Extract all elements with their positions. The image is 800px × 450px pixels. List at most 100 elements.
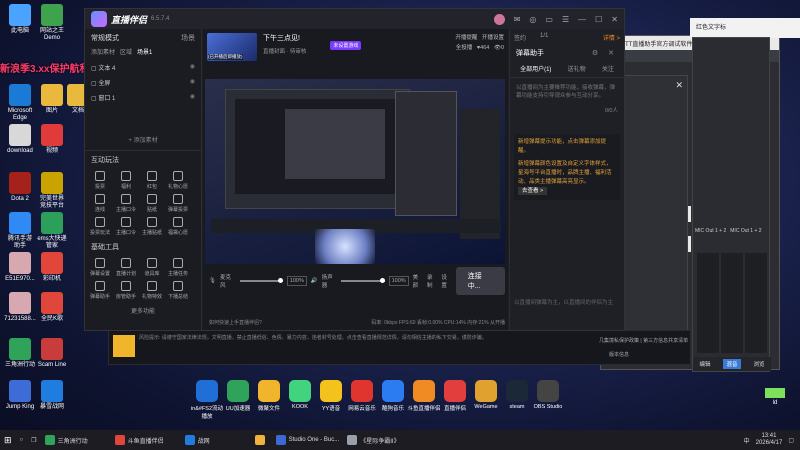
desktop-icon[interactable]: 暴雪战网 — [34, 380, 70, 411]
dock-app[interactable]: KOOK — [283, 380, 317, 410]
desktop-icon[interactable]: Dota 2 — [2, 172, 38, 203]
desktop-icon[interactable]: 彩印机 — [34, 252, 70, 283]
menu-icon[interactable]: ☰ — [562, 15, 569, 24]
headset-icon[interactable]: ◎ — [529, 15, 536, 24]
reminder-button[interactable]: 开播提醒 — [455, 35, 477, 41]
room-settings-button[interactable]: 开播设置 — [482, 35, 504, 41]
clock-date[interactable]: 2026/4/17 — [756, 440, 783, 447]
dock-app[interactable]: 斗鱼直播伴侣 — [407, 380, 441, 412]
dock-app[interactable]: OBS Studio — [531, 380, 565, 410]
tool-item[interactable]: 房管助手 — [113, 281, 139, 300]
desktop-icon[interactable]: Scam Line — [34, 338, 70, 369]
minimize-icon[interactable]: — — [578, 15, 586, 24]
tool-item[interactable]: 主播口令 — [113, 217, 139, 236]
mode-selector[interactable]: 常规模式 — [91, 33, 119, 43]
tool-item[interactable]: 主播贴纸 — [139, 217, 165, 236]
taskbar-app[interactable]: 战网 — [181, 430, 251, 450]
daw-edit-button[interactable]: 编辑 — [699, 360, 710, 368]
desktop-icon[interactable]: 三角洲行动 — [2, 338, 38, 369]
go-live-button[interactable]: 连接中... — [455, 267, 505, 295]
mic-volume-value[interactable]: 100% — [286, 276, 307, 286]
tool-item[interactable]: 直播计划 — [113, 258, 139, 277]
tool-item[interactable]: 红包 — [139, 171, 165, 190]
panel-settings-icon[interactable]: ⚙ ✕ — [592, 49, 618, 57]
desktop-icon[interactable]: 腾讯手游 助手 — [2, 212, 38, 250]
scene-1-tab[interactable]: 场景1 — [137, 47, 152, 56]
tool-item[interactable]: 道具库 — [139, 258, 165, 277]
stream-title[interactable]: 下午三点见! — [263, 33, 306, 43]
search-icon[interactable]: ○ — [16, 430, 28, 450]
add-material-tab[interactable]: 添加素材 — [91, 47, 115, 56]
speaker-volume-slider[interactable] — [341, 278, 385, 283]
desktop-icon[interactable]: ems大快递 管家 — [34, 212, 70, 250]
live-companion-window[interactable]: 直播伴侣 6.5.7.4 ✉ ◎ ▭ ☰ — ☐ ✕ 常规模式 场景 添加素材 … — [84, 8, 625, 331]
tool-item[interactable]: 福利 — [113, 171, 139, 190]
layer-item[interactable]: ▢ 全屏 ◉ — [91, 75, 195, 90]
close-icon[interactable]: ✕ — [611, 15, 618, 24]
message-icon[interactable]: ✉ — [514, 15, 521, 24]
add-material-button[interactable]: + 添加素材 — [85, 135, 201, 144]
titlebar[interactable]: 直播伴侣 6.5.7.4 ✉ ◎ ▭ ☰ — ☐ ✕ — [85, 9, 624, 29]
fader-3[interactable] — [745, 253, 767, 353]
scene-tab[interactable]: 场景 — [181, 33, 195, 43]
close-icon[interactable]: ✕ — [675, 80, 683, 91]
speaker-volume-value[interactable]: 100% — [388, 276, 409, 286]
dock-app[interactable]: UU加速器 — [221, 380, 255, 412]
danmaku-tab[interactable]: 送礼物 — [568, 64, 586, 73]
tool-item[interactable]: 礼物特效 — [139, 281, 165, 300]
tool-item[interactable]: 弹幕设置 — [87, 258, 113, 277]
dock-app[interactable]: 直播伴侣 — [438, 380, 472, 412]
desktop-icon[interactable]: 完美世界 竞技平台 — [34, 172, 70, 210]
start-icon[interactable]: ⊞ — [0, 430, 16, 450]
desktop-icon[interactable]: Jump King — [2, 380, 38, 411]
taskbar-app[interactable]: 《星际争霸II》 — [343, 430, 413, 450]
daw-mix-button[interactable]: 混音 — [723, 359, 741, 369]
microphone-icon[interactable]: 🎙 — [209, 278, 216, 284]
stream-tag-badge[interactable]: 未设置游戏 — [330, 41, 362, 50]
dock-app[interactable]: WeGame — [469, 380, 503, 410]
fader-1[interactable] — [697, 253, 719, 353]
desktop-icon[interactable]: Microsoft Edge — [2, 84, 38, 122]
tool-item[interactable]: 弹幕投票 — [165, 194, 191, 213]
notice-card-link[interactable]: 去查看 > — [518, 187, 548, 195]
layer-item[interactable]: ▢ 文本 4 ◉ — [91, 60, 195, 75]
record-button[interactable]: 录制 — [427, 273, 437, 289]
tool-item[interactable]: 主播任务 — [165, 258, 191, 277]
desktop-icon[interactable]: 网站之王 Demo — [34, 4, 70, 42]
tool-item[interactable]: 贴纸 — [139, 194, 165, 213]
stream-cover-thumbnail[interactable]: (已开播后即播放) — [207, 33, 257, 61]
dock-app[interactable]: 网易云音乐 — [345, 380, 379, 412]
tool-item[interactable]: 福袋心愿 — [165, 217, 191, 236]
eye-icon[interactable]: ◉ — [190, 78, 195, 87]
tool-item[interactable]: 下播总结 — [165, 281, 191, 300]
danmaku-tab[interactable]: 关注 — [602, 64, 614, 73]
detail-link[interactable]: 详情 > — [603, 33, 620, 42]
desktop-icon[interactable]: E51E970... — [2, 252, 38, 283]
fader-2[interactable] — [721, 253, 743, 353]
sign-tab[interactable]: 签约 — [514, 33, 526, 42]
tool-item[interactable]: 投票玩法 — [87, 217, 113, 236]
dock-app[interactable]: YY语音 — [314, 380, 348, 412]
danmaku-tab[interactable]: 全部用户(1) — [520, 64, 551, 73]
avatar[interactable] — [493, 13, 505, 25]
mic-volume-slider[interactable] — [239, 278, 283, 283]
desktop-icon[interactable]: 此电脑 — [2, 4, 38, 35]
dock-app[interactable]: 酷狗音乐 — [376, 380, 410, 412]
notification-icon[interactable]: ▢ — [788, 437, 794, 444]
task-view-icon[interactable]: ❐ — [27, 430, 40, 450]
desktop-icon[interactable]: 视频 — [34, 124, 70, 155]
speaker-icon[interactable]: 🔊 — [311, 278, 318, 284]
taskbar-app[interactable]: 斗鱼直播伴侣 — [111, 430, 181, 450]
tool-item[interactable]: 主播口令 — [113, 194, 139, 213]
taskbar-app[interactable]: Studio One - Buc... — [272, 430, 344, 450]
notice-version[interactable]: 版本信息 — [609, 351, 629, 358]
desktop-icon[interactable]: download — [2, 124, 38, 155]
settings-button[interactable]: 设置 — [441, 273, 451, 289]
stream-preview[interactable] — [205, 79, 505, 264]
quick-start-tip[interactable]: 如何快速上手直播伴侣? — [209, 319, 262, 326]
dock-app[interactable]: in&#FS2流动 播放 — [190, 380, 224, 420]
beauty-button[interactable]: 美颜 — [413, 273, 423, 289]
tool-item[interactable]: 礼物心愿 — [165, 171, 191, 190]
tool-item[interactable]: 投票 — [87, 171, 113, 190]
dock-app[interactable]: 微聚文件 — [252, 380, 286, 412]
